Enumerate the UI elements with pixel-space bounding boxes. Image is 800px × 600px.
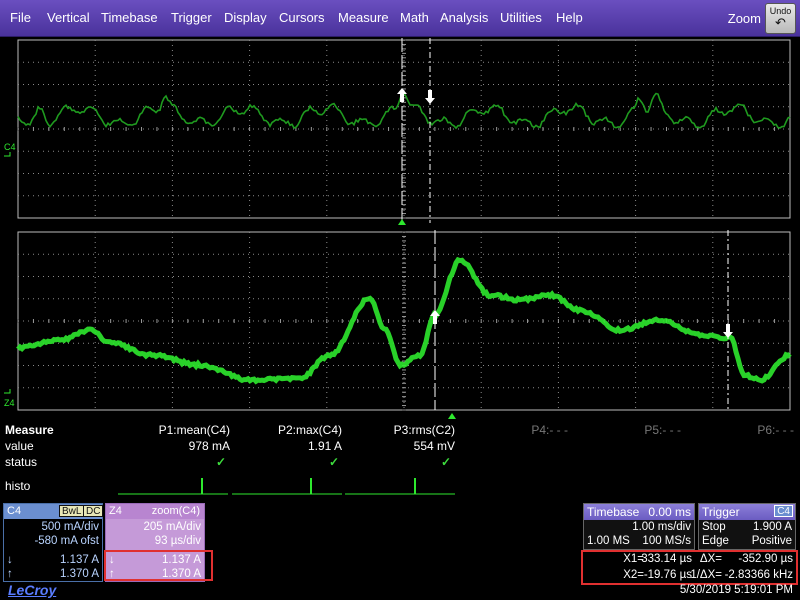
timebase-per-div: 1.00 ms/div [632, 521, 691, 533]
trigger-type: Edge [702, 535, 729, 547]
trigger-title: Trigger [702, 505, 740, 519]
trigger-descriptor[interactable]: Trigger C4 Stop 1.900 A Edge Positive [698, 503, 796, 550]
bottom-channel-label: Z4 [4, 398, 15, 408]
p2-name[interactable]: P2:max(C4) [232, 423, 342, 437]
p1-value: 978 mA [120, 439, 230, 453]
top-ground-marker-icon [4, 152, 10, 156]
zoom-button[interactable]: Zoom [728, 11, 761, 26]
menu-measure[interactable]: Measure [338, 10, 389, 25]
p2-value: 1.91 A [232, 439, 342, 453]
measure-row-value: value [5, 439, 34, 453]
p5-name[interactable]: P5:- - - [571, 423, 681, 437]
timebase-header: Timebase 0.00 ms [584, 504, 694, 520]
menu-file[interactable]: File [10, 10, 31, 25]
c4-bwl-tag: BwL [59, 505, 84, 517]
date-time: 5/30/2019 5:19:01 PM [600, 584, 793, 596]
trigger-position-icon [398, 219, 406, 225]
trigger-mode: Stop [702, 521, 726, 533]
top-waveform-grid[interactable]: C4 [0, 38, 800, 228]
p3-value: 554 mV [345, 439, 455, 453]
c4-offset: -580 mA ofst [34, 535, 99, 547]
c4-cursor-down-icon: ↓ [7, 554, 13, 566]
top-channel-label: C4 [4, 142, 16, 152]
c4-channel-descriptor[interactable]: C4 BwL DC 500 mA/div -580 mA ofst ↓ 1.13… [3, 503, 103, 582]
lecroy-logo[interactable]: LeCroy [8, 582, 56, 598]
cursor-x2-label: X2= [623, 569, 644, 581]
trigger-channel-tag: C4 [774, 505, 793, 517]
z4-scale: 205 mA/div [143, 521, 201, 533]
p3-name[interactable]: P3:rms(C2) [345, 423, 455, 437]
c4-cursor-up-icon: ↑ [7, 568, 13, 580]
p4-name[interactable]: P4:- - - [458, 423, 568, 437]
zoom-trigger-position-icon [448, 413, 456, 419]
zoom-cursor-highlight-box [104, 550, 213, 581]
c4-descriptor-header: C4 BwL DC [4, 504, 102, 519]
c4-scale: 500 mA/div [41, 521, 99, 533]
cursor-x1-value: 333.14 µs [641, 553, 692, 565]
cursor-dx-value: -352.90 µs [738, 553, 793, 565]
menu-timebase[interactable]: Timebase [101, 10, 158, 25]
menu-display[interactable]: Display [224, 10, 267, 25]
undo-button[interactable]: Undo ↶ [765, 3, 796, 34]
bottom-waveform-grid[interactable]: Z4 [0, 230, 800, 420]
menu-help[interactable]: Help [556, 10, 583, 25]
menu-bar: File Vertical Timebase Trigger Display C… [0, 0, 800, 37]
bottom-grid-lines [18, 232, 790, 410]
c4-label: C4 [7, 505, 21, 517]
histo-bars [0, 470, 800, 498]
cursor-inv-dx-label: 1/ΔX= [690, 569, 722, 581]
timebase-delay: 0.00 ms [648, 505, 691, 519]
z4-source: zoom(C4) [152, 505, 200, 517]
trigger-level: 1.900 A [753, 521, 792, 533]
c4-cursor-up-value: 1.370 A [60, 568, 99, 580]
p3-status-check-icon: ✓ [441, 455, 451, 469]
trigger-slope: Positive [752, 535, 792, 547]
undo-arrow-icon: ↶ [766, 16, 795, 29]
timebase-samples: 1.00 MS [587, 535, 630, 547]
top-grid-lines [18, 40, 790, 218]
menu-analysis[interactable]: Analysis [440, 10, 488, 25]
measure-title: Measure [5, 423, 54, 437]
menu-cursors[interactable]: Cursors [279, 10, 325, 25]
c4-cursor-down-value: 1.137 A [60, 554, 99, 566]
p1-status-check-icon: ✓ [216, 455, 226, 469]
trigger-header: Trigger C4 [699, 504, 795, 520]
timebase-rate: 100 MS/s [642, 535, 691, 547]
measure-panel[interactable]: Measure value status histo P1:mean(C4) 9… [0, 420, 800, 498]
cursor-readout-box[interactable]: X1= 333.14 µs ΔX= -352.90 µs X2= -19.76 … [581, 550, 798, 585]
menu-vertical[interactable]: Vertical [47, 10, 90, 25]
p2-status-check-icon: ✓ [329, 455, 339, 469]
z4-label: Z4 [109, 505, 122, 517]
timebase-title: Timebase [587, 505, 639, 519]
cursor-inv-dx-value: -2.83366 kHz [725, 569, 793, 581]
c4-dc-tag: DC [83, 505, 103, 517]
menu-math[interactable]: Math [400, 10, 429, 25]
z4-descriptor-header: Z4 zoom(C4) [106, 504, 204, 519]
z4-timescale: 93 µs/div [155, 535, 201, 547]
p1-name[interactable]: P1:mean(C4) [120, 423, 230, 437]
timebase-descriptor[interactable]: Timebase 0.00 ms 1.00 ms/div 1.00 MS 100… [583, 503, 695, 550]
measure-row-status: status [5, 455, 37, 469]
p6-name[interactable]: P6:- - - [684, 423, 794, 437]
cursor-x2-value: -19.76 µs [644, 569, 692, 581]
cursor-down-arrow-icon [425, 90, 435, 104]
bottom-ground-marker-icon [4, 389, 10, 393]
menu-trigger[interactable]: Trigger [171, 10, 212, 25]
cursor-dx-label: ΔX= [700, 553, 722, 565]
menu-utilities[interactable]: Utilities [500, 10, 542, 25]
